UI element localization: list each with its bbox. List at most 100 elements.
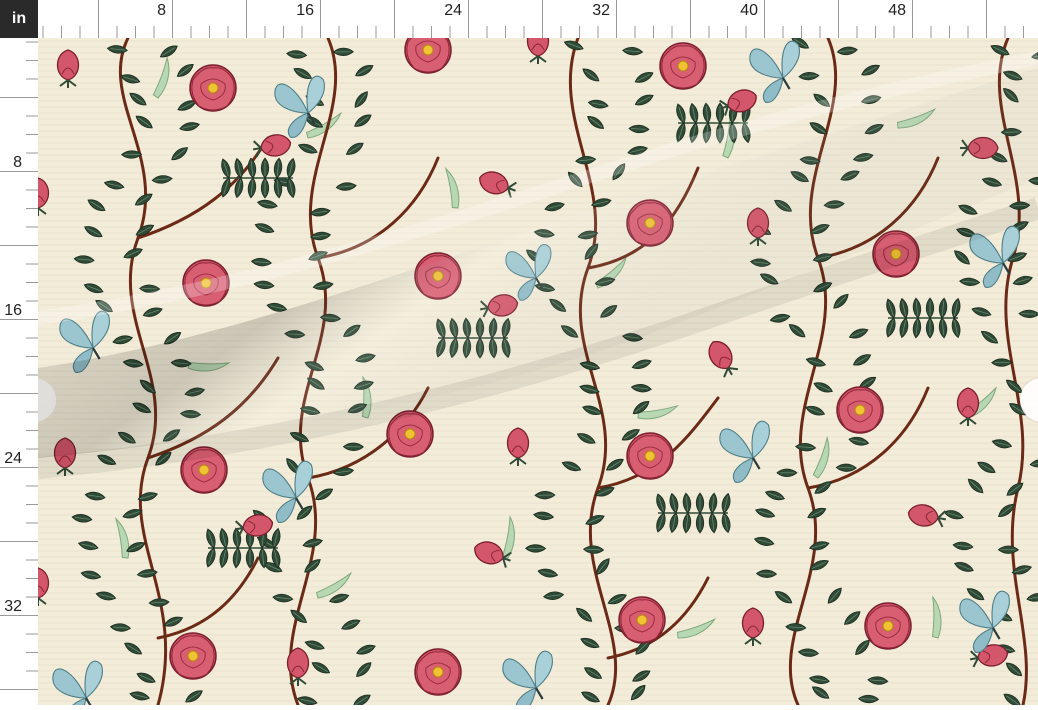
ruler-top-label: 8: [157, 2, 166, 19]
ruler-tick: [26, 300, 38, 302]
ruler-tick: [0, 689, 38, 690]
ruler-tick: [26, 578, 38, 579]
ruler-tick: [172, 0, 173, 38]
ruler-tick: [26, 115, 38, 117]
ruler-tick: [26, 448, 38, 450]
horizontal-ruler-scale: 8 16 24 32 40 48: [42, 0, 1024, 38]
ruler-tick: [26, 208, 38, 209]
ruler-tick: [26, 485, 38, 487]
ruler-tick: [42, 26, 44, 38]
ruler-tick: [838, 0, 839, 38]
fabric-preview: [38, 38, 1038, 705]
ruler-tick: [0, 615, 38, 616]
ruler-tick: [26, 189, 38, 191]
ruler-tick: [26, 60, 38, 61]
ruler-tick: [190, 26, 192, 38]
ruler-tick: [634, 26, 636, 38]
rose-vine-pattern: [38, 38, 1038, 705]
ruler-tick: [0, 541, 38, 542]
ruler-top-label: 48: [888, 2, 906, 19]
ruler-tick: [26, 670, 38, 672]
ruler-tick: [26, 374, 38, 376]
ruler-tick: [801, 26, 802, 38]
ruler-tick: [1023, 26, 1024, 38]
ruler-tick: [949, 26, 950, 38]
ruler-tick: [26, 356, 38, 357]
ruler-tick: [98, 0, 99, 38]
ruler-tick: [394, 0, 395, 38]
ruler-tick: [505, 26, 506, 38]
ruler-tick: [26, 559, 38, 561]
ruler-left-label: 16: [4, 302, 22, 319]
vertical-ruler-scale: 8 16 24 32: [0, 41, 38, 690]
ruler-tick: [26, 411, 38, 413]
ruler-tick: [357, 26, 358, 38]
ruler-tick: [26, 78, 38, 80]
ruler-tick: [0, 393, 38, 394]
ruler-tick: [26, 41, 38, 43]
ruler-left-label: 24: [4, 450, 22, 467]
ruler-tick: [523, 26, 525, 38]
ruler-tick: [597, 26, 599, 38]
ruler-tick: [690, 0, 691, 38]
ruler-top-label: 16: [296, 2, 314, 19]
vertical-ruler: 8 16 24 32: [0, 38, 39, 705]
ruler-left-label: 32: [4, 598, 22, 615]
ruler-tick: [893, 26, 895, 38]
horizontal-ruler: 8 16 24 32 40 48: [38, 0, 1038, 39]
ruler-top-label: 24: [444, 2, 462, 19]
ruler-tick: [431, 26, 432, 38]
ruler-tick: [0, 97, 38, 98]
ruler-tick: [986, 0, 987, 38]
ruler-tick: [912, 0, 913, 38]
ruler-tick: [0, 245, 38, 246]
ruler-unit-label: in: [0, 0, 38, 38]
ruler-tick: [26, 430, 38, 431]
ruler-tick: [764, 0, 765, 38]
ruler-tick: [209, 26, 210, 38]
ruler-tick: [727, 26, 728, 38]
ruler-tick: [468, 0, 469, 38]
ruler-tick: [116, 26, 118, 38]
ruler-tick: [449, 26, 451, 38]
ruler-tick: [26, 282, 38, 283]
ruler-tick: [26, 504, 38, 505]
ruler-left-label: 8: [13, 154, 22, 171]
ruler-tick: [0, 171, 38, 172]
ruler-tick: [708, 26, 710, 38]
ruler-tick: [375, 26, 377, 38]
ruler-tick: [671, 26, 673, 38]
ruler-tick: [412, 26, 414, 38]
ruler-tick: [745, 26, 747, 38]
ruler-tick: [930, 26, 932, 38]
ruler-tick: [153, 26, 155, 38]
ruler-tick: [1004, 26, 1006, 38]
ruler-tick: [320, 0, 321, 38]
ruler-tick: [486, 26, 488, 38]
ruler-tick: [338, 26, 340, 38]
ruler-tick: [819, 26, 821, 38]
ruler-tick: [26, 522, 38, 524]
ruler-tick: [26, 337, 38, 339]
ruler-tick: [26, 596, 38, 598]
ruler-tick: [26, 152, 38, 154]
ruler-tick: [856, 26, 858, 38]
ruler-tick: [135, 26, 136, 38]
ruler-tick: [26, 633, 38, 635]
ruler-tick: [227, 26, 229, 38]
ruler-tick: [0, 319, 38, 320]
ruler-tick: [542, 0, 543, 38]
ruler-tick: [26, 134, 38, 135]
ruler-top-label: 32: [592, 2, 610, 19]
ruler-tick: [246, 0, 247, 38]
ruler-tick: [560, 26, 562, 38]
ruler-tick: [79, 26, 81, 38]
ruler-tick: [616, 0, 617, 38]
ruler-tick: [0, 467, 38, 468]
ruler-tick: [782, 26, 784, 38]
ruler-tick: [301, 26, 303, 38]
ruler-tick: [26, 226, 38, 228]
ruler-tick: [264, 26, 266, 38]
ruler-tick: [653, 26, 654, 38]
ruler-tick: [61, 26, 62, 38]
